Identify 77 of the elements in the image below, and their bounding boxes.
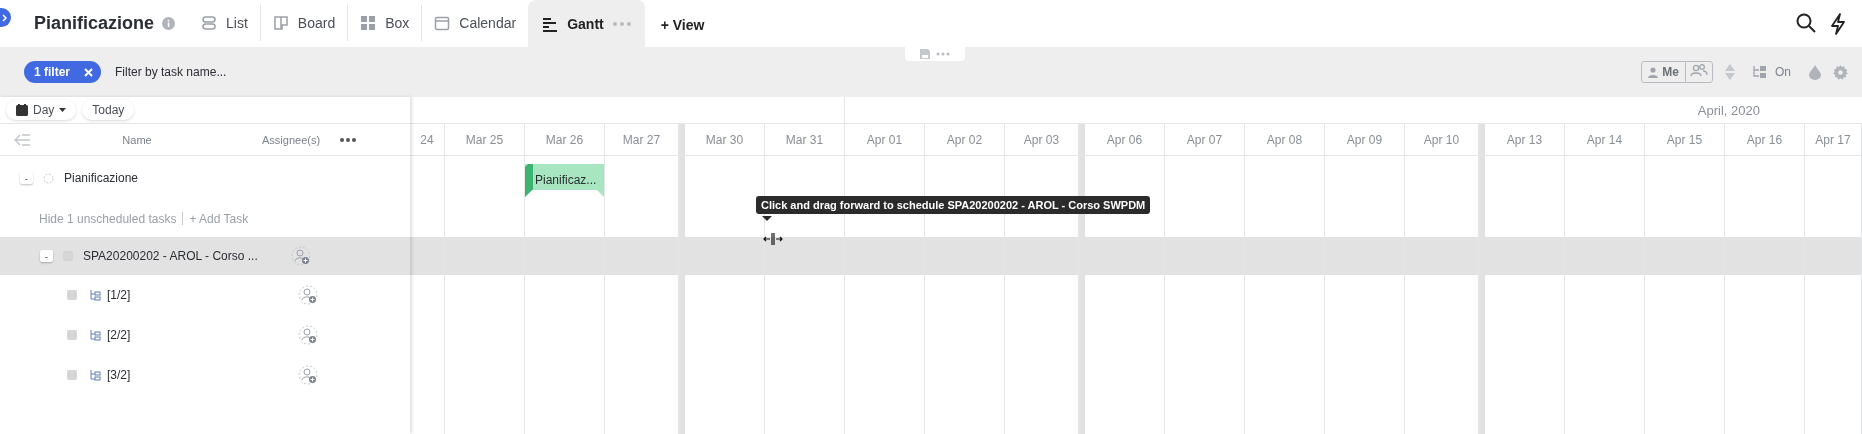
- subtasks-toggle[interactable]: On: [1747, 64, 1797, 80]
- page-title: Pianificazione: [34, 13, 155, 34]
- view-tab[interactable]: Box: [348, 5, 423, 41]
- date-label: Mar 25: [464, 131, 505, 149]
- day-scale-dropdown[interactable]: Day: [6, 100, 77, 120]
- subtask-icon: [89, 289, 101, 301]
- chevron-icon: [2, 13, 8, 22]
- settings-icon[interactable]: [1833, 64, 1848, 80]
- date-label: Apr 14: [1585, 131, 1624, 149]
- collapse-panel-icon[interactable]: [14, 133, 30, 146]
- add-assignee-icon[interactable]: [298, 365, 318, 385]
- date-label: Apr 07: [1185, 131, 1224, 149]
- view-tab[interactable]: Calendar: [422, 5, 529, 41]
- view-tab[interactable]: Gantt: [528, 0, 645, 47]
- today-button[interactable]: Today: [82, 100, 135, 120]
- date-label: Apr 10: [1422, 131, 1461, 149]
- month-label: April, 2020: [1697, 102, 1760, 118]
- list-icon: [201, 15, 218, 31]
- add-assignee-icon[interactable]: [298, 325, 318, 345]
- search-icon[interactable]: [1796, 12, 1816, 33]
- subtask-icon: [89, 369, 101, 381]
- date-label: Apr 01: [865, 131, 904, 149]
- date-label: Mar 27: [621, 131, 662, 149]
- date-label: Mar 26: [544, 131, 585, 149]
- filter-chip[interactable]: 1 filter: [24, 61, 101, 83]
- filter-field[interactable]: Filter by task name...: [113, 64, 317, 80]
- close-icon[interactable]: [84, 67, 93, 77]
- task-name[interactable]: SPA20200202 - AROL - Corso ...: [83, 249, 273, 263]
- gantt-icon: [542, 15, 559, 32]
- column-header: Assignee(s): [262, 133, 322, 146]
- date-label: Apr 08: [1265, 131, 1304, 149]
- grid-icon: [360, 15, 377, 31]
- task-row[interactable]: - SPA20200202 - AROL - Corso ...: [0, 237, 410, 275]
- date-label: Apr 02: [945, 131, 984, 149]
- save-icon[interactable]: [920, 49, 930, 59]
- tooltip-pointer-icon: [762, 216, 772, 221]
- hierarchy-icon: [1753, 65, 1767, 79]
- date-label: Apr 15: [1665, 131, 1704, 149]
- status-square-icon[interactable]: [67, 290, 77, 300]
- drop-icon[interactable]: [1809, 64, 1821, 80]
- column-header: Name: [121, 133, 153, 146]
- caret-icon: [59, 108, 67, 112]
- view-tab[interactable]: List: [189, 5, 261, 41]
- add-assignee-icon[interactable]: [298, 285, 318, 305]
- date-label: Apr 06: [1105, 131, 1144, 149]
- calendar-icon: [16, 104, 28, 116]
- calendar-icon: [434, 15, 451, 31]
- add-assignee-icon[interactable]: [291, 246, 311, 266]
- subtask-icon: [89, 329, 101, 341]
- add-view-button[interactable]: + View: [654, 16, 711, 34]
- person-icon: [1648, 66, 1659, 78]
- date-label: Apr 09: [1345, 131, 1384, 149]
- date-label: Apr 17: [1814, 131, 1852, 149]
- date-label: 24: [419, 131, 435, 149]
- collapse-toggle[interactable]: -: [20, 172, 33, 184]
- date-label: Mar 30: [704, 131, 745, 149]
- info-icon[interactable]: [162, 17, 176, 30]
- date-label: Apr 03: [1022, 131, 1061, 149]
- subtask-name[interactable]: [3/2]: [107, 368, 273, 382]
- list-name[interactable]: Pianificazione: [64, 171, 139, 185]
- status-square-icon[interactable]: [67, 330, 77, 340]
- view-tab[interactable]: Board: [260, 5, 349, 41]
- sort-icon[interactable]: [1725, 64, 1735, 80]
- date-label: Mar 31: [784, 131, 825, 149]
- subtask-name[interactable]: [2/2]: [107, 328, 273, 342]
- resize-cursor-icon: [763, 232, 783, 246]
- collapse-toggle[interactable]: -: [40, 250, 53, 262]
- date-label: Apr 13: [1505, 131, 1544, 149]
- more-icon[interactable]: [340, 137, 356, 142]
- lightning-icon[interactable]: [1830, 12, 1846, 35]
- timeline-cell[interactable]: Pianificaz...: [525, 156, 605, 200]
- board-icon: [272, 15, 289, 31]
- tooltip: Click and drag forward to schedule SPA20200202 - AROL - Corso SWPDM: [756, 196, 1151, 214]
- subtask-name[interactable]: [1/2]: [107, 288, 273, 302]
- status-circle-icon[interactable]: [43, 172, 54, 184]
- status-square-icon[interactable]: [67, 370, 77, 380]
- date-label: Apr 16: [1745, 131, 1784, 149]
